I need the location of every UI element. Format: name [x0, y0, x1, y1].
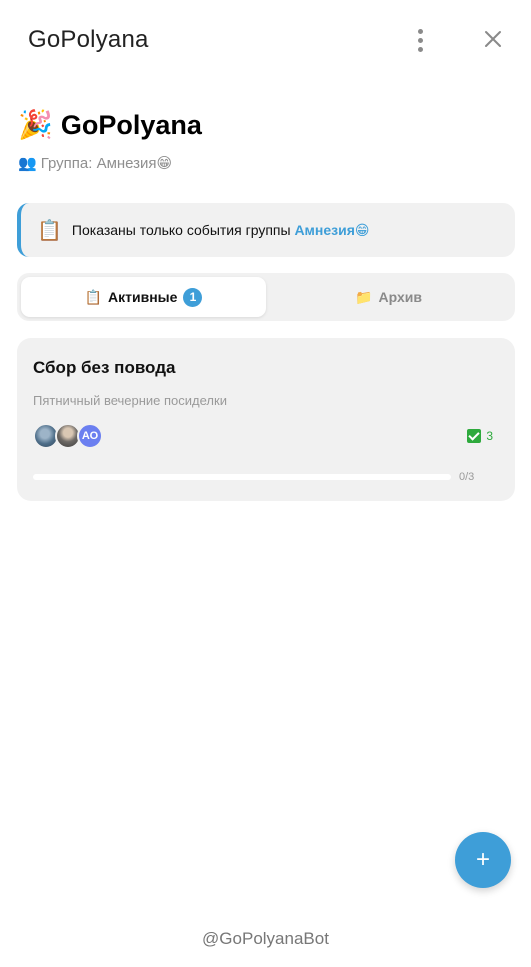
top-bar: GoPolyana [0, 0, 531, 80]
tab-active-count-badge: 1 [183, 287, 203, 307]
folder-icon: 📁 [355, 288, 373, 305]
checks-count-value: 3 [486, 429, 493, 443]
clipboard-icon: 📋 [37, 219, 62, 242]
progress-bar [33, 474, 451, 480]
add-event-button[interactable]: + [455, 832, 511, 888]
checks-count: 3 [467, 429, 493, 443]
tab-archive-label: Архив [378, 289, 422, 305]
notice-text: Показаны только события группы Амнезия😁 [71, 221, 370, 238]
bot-username: @GoPolyanaBot [202, 929, 329, 948]
avatar: АО [77, 423, 103, 449]
event-description: Пятничный вечерние посиделки [33, 393, 227, 408]
tab-archive[interactable]: 📁 Архив [266, 277, 511, 317]
page-title: 🎉 GoPolyana [18, 108, 202, 142]
party-popper-icon: 🎉 [18, 109, 53, 140]
clipboard-icon: 📋 [84, 288, 103, 305]
group-filter-notice: 📋 Показаны только события группы Амнезия… [17, 203, 515, 257]
people-icon: 👥 [18, 155, 37, 172]
progress-text: 0/3 [459, 471, 475, 483]
more-vertical-icon[interactable] [408, 24, 432, 56]
group-label: Группа: Амнезия😁 [40, 155, 173, 172]
notice-group-name: Амнезия😁 [294, 221, 370, 238]
page-header: 🎉 GoPolyana 👥 Группа: Амнезия😁 [18, 108, 202, 172]
event-tabs: 📋 Активные 1 📁 Архив [17, 273, 515, 321]
close-icon[interactable] [478, 24, 508, 54]
window-title: GoPolyana [28, 26, 149, 53]
check-mark-icon [467, 429, 482, 443]
tab-active-label: Активные [108, 289, 178, 305]
event-card[interactable]: Сбор без повода Пятничный вечерние посид… [17, 338, 515, 501]
tab-active[interactable]: 📋 Активные 1 [21, 277, 266, 317]
group-line: 👥 Группа: Амнезия😁 [18, 154, 172, 172]
page-title-text: GoPolyana [60, 109, 202, 140]
event-title: Сбор без повода [33, 358, 176, 377]
